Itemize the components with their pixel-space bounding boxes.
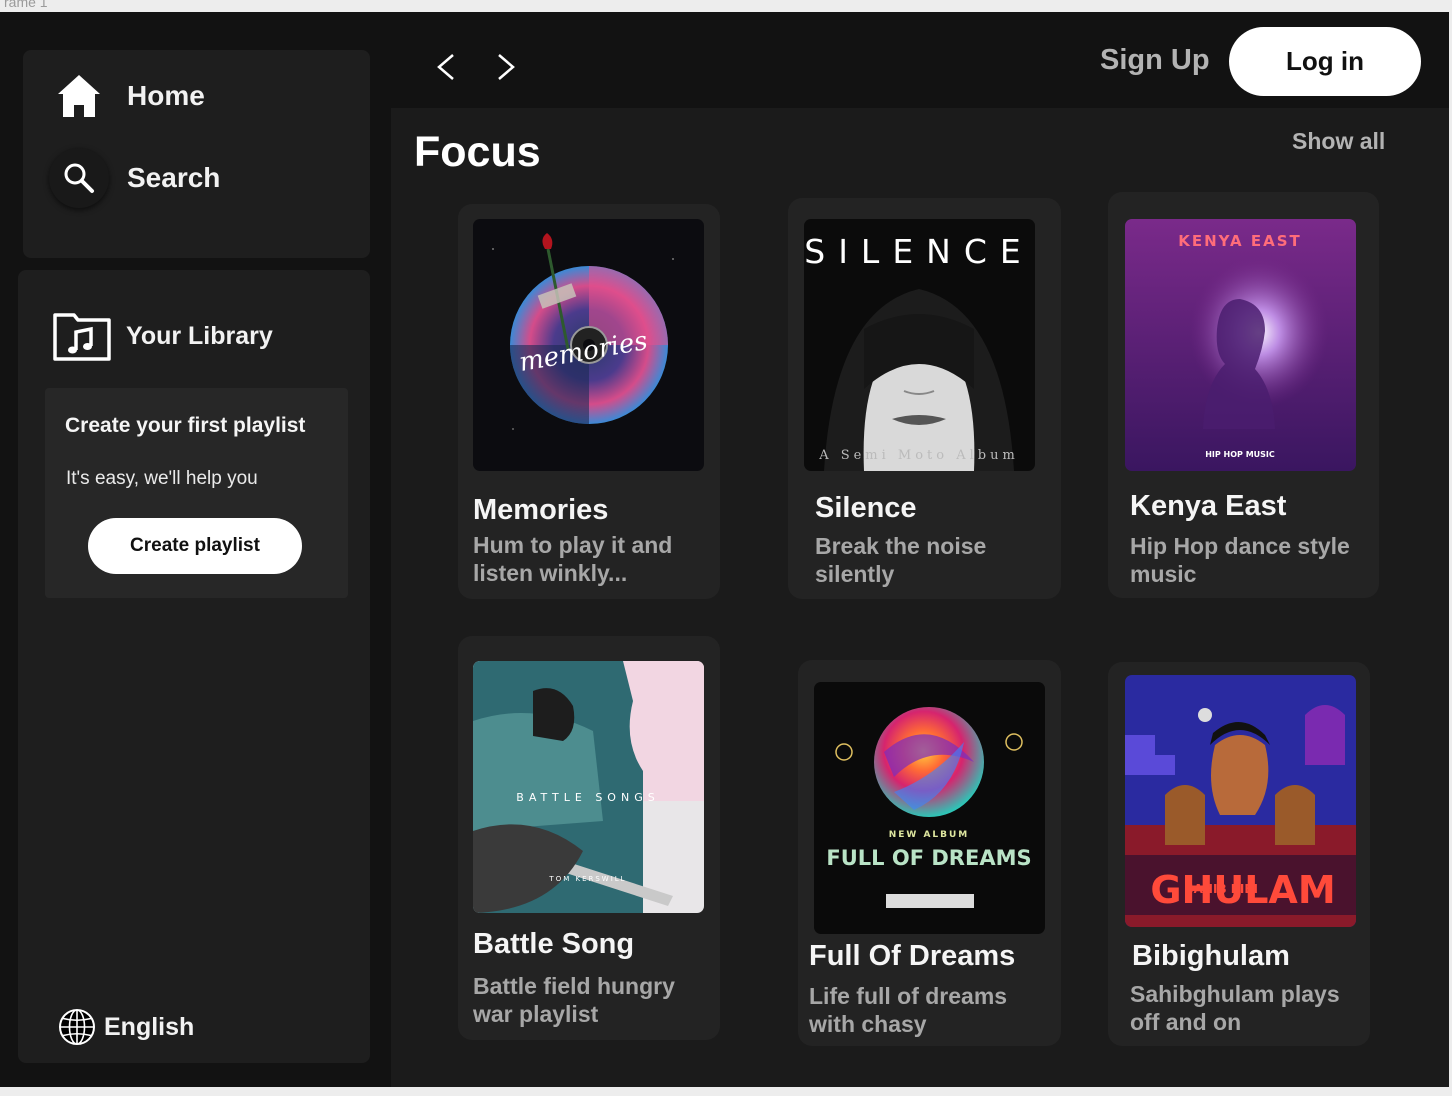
playlist-card-silence[interactable]: SILENCE A Semi Moto Album Silence Break … — [788, 198, 1061, 599]
main-content: Focus Show all memories Memories Hum to … — [391, 108, 1449, 1087]
library-panel: Your Library Create your first playlist … — [18, 270, 370, 1063]
cover-subtext: A Semi Moto Album — [818, 448, 1019, 463]
search-icon — [49, 148, 109, 208]
library-title: Your Library — [126, 321, 273, 350]
frame-label: rame 1 — [4, 0, 48, 10]
playlist-card-memories[interactable]: memories Memories Hum to play it and lis… — [458, 204, 720, 599]
chevron-right-icon[interactable] — [491, 50, 521, 84]
playlist-card-bibighulam[interactable]: SAHIB BIBI GHULAM Bibighulam Sahibghulam… — [1108, 662, 1370, 1046]
create-playlist-card: Create your first playlist It's easy, we… — [45, 388, 348, 598]
app-window: Home Search Your Library Create your fir… — [0, 12, 1449, 1087]
create-playlist-button[interactable]: Create playlist — [88, 518, 302, 574]
chevron-left-icon[interactable] — [432, 50, 462, 84]
card-description: Life full of dreams with chasy — [809, 983, 1008, 1037]
card-title: Battle Song — [473, 928, 635, 960]
card-title: Silence — [815, 492, 917, 524]
card-description: Hum to play it and listen winkly... — [473, 532, 673, 586]
cover-text: FULL OF DREAMS — [826, 846, 1031, 870]
album-cover-kenya-east: KENYA EAST HIP HOP MUSIC — [1125, 219, 1356, 471]
playlist-card-battle-song[interactable]: BATTLE SONGS TOM KERSWILL Battle Song Ba… — [458, 636, 720, 1040]
cover-text: KENYA EAST — [1178, 232, 1302, 250]
album-cover-silence: SILENCE A Semi Moto Album — [804, 219, 1035, 471]
cover-subtext: NEW ALBUM — [889, 830, 970, 840]
home-icon — [49, 66, 109, 126]
card-description: Break the noise silently — [815, 533, 987, 587]
sidebar-item-home[interactable]: Home — [49, 66, 205, 126]
album-cover-bibighulam: SAHIB BIBI GHULAM — [1125, 675, 1356, 927]
library-header[interactable]: Your Library — [52, 310, 273, 362]
cover-subtext: TOM KERSWILL — [548, 875, 626, 883]
section-title: Focus — [414, 128, 541, 176]
create-playlist-subtitle: It's easy, we'll help you — [66, 468, 258, 489]
card-description: Hip Hop dance style music — [1130, 533, 1350, 587]
card-description: Battle field hungry war playlist — [473, 973, 675, 1027]
show-all-link[interactable]: Show all — [1292, 128, 1385, 155]
sign-up-button[interactable]: Sign Up — [1100, 44, 1210, 77]
card-title: Memories — [473, 494, 609, 526]
create-playlist-title: Create your first playlist — [65, 414, 306, 437]
sidebar-item-search[interactable]: Search — [49, 148, 220, 208]
card-title: Kenya East — [1130, 490, 1287, 522]
cover-subtext: HIP HOP MUSIC — [1205, 450, 1275, 459]
cover-text: BATTLE SONGS — [516, 791, 659, 804]
sidebar-item-label: Home — [127, 80, 205, 111]
playlist-card-full-of-dreams[interactable]: NEW ALBUM FULL OF DREAMS Full Of Dreams … — [798, 660, 1061, 1046]
card-description: Sahibghulam plays off and on — [1130, 981, 1340, 1035]
album-cover-memories: memories — [473, 219, 704, 471]
cover-text: GHULAM — [1150, 868, 1335, 912]
card-title: Bibighulam — [1132, 940, 1290, 972]
log-in-button[interactable]: Log in — [1229, 27, 1421, 96]
card-title: Full Of Dreams — [809, 940, 1016, 972]
language-label: English — [104, 1012, 195, 1041]
album-cover-full-of-dreams: NEW ALBUM FULL OF DREAMS — [814, 682, 1045, 934]
sidebar-item-label: Search — [127, 162, 221, 193]
sidebar-nav: Home Search — [23, 50, 370, 258]
album-cover-battle-song: BATTLE SONGS TOM KERSWILL — [473, 661, 704, 913]
language-button[interactable]: English — [58, 1008, 194, 1046]
globe-icon — [58, 1008, 96, 1046]
cover-text: SILENCE — [804, 232, 1034, 271]
playlist-card-kenya-east[interactable]: KENYA EAST HIP HOP MUSIC Kenya East Hip … — [1108, 192, 1379, 598]
library-icon — [52, 310, 112, 362]
